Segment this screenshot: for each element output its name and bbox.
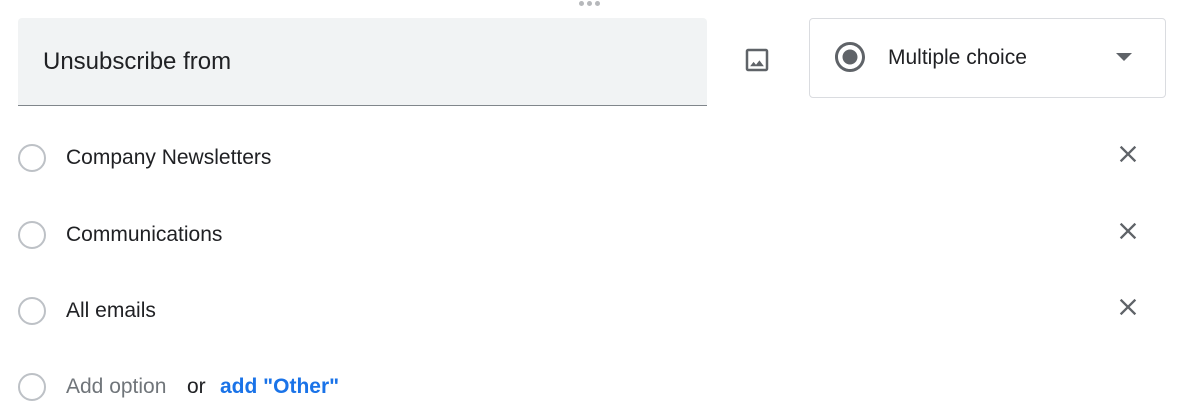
- drag-handle[interactable]: [579, 0, 607, 8]
- close-icon: [1119, 222, 1137, 240]
- add-image-button[interactable]: [731, 34, 783, 86]
- close-icon: [1119, 145, 1137, 163]
- option-label-input[interactable]: All emails: [66, 299, 156, 323]
- option-row: All emails: [18, 293, 1168, 333]
- add-option-row: Add option or add "Other": [18, 369, 1168, 403]
- option-row: Company Newsletters: [18, 140, 1168, 180]
- question-type-label: Multiple choice: [888, 46, 1027, 69]
- drag-dot-icon: [595, 1, 600, 6]
- option-label-input[interactable]: Company Newsletters: [66, 146, 271, 170]
- question-title-text: Unsubscribe from: [43, 48, 232, 75]
- remove-option-button[interactable]: [1110, 213, 1146, 249]
- caret-down-icon: [1116, 53, 1132, 61]
- close-icon: [1119, 298, 1137, 316]
- remove-option-button[interactable]: [1110, 136, 1146, 172]
- remove-option-button[interactable]: [1110, 289, 1146, 325]
- option-row: Communications: [18, 217, 1168, 257]
- or-text: or: [187, 375, 206, 398]
- question-type-dropdown[interactable]: Multiple choice: [809, 18, 1166, 98]
- radio-unchecked-icon: [18, 373, 46, 401]
- drag-dot-icon: [587, 1, 592, 6]
- image-icon: [745, 48, 769, 72]
- question-card: Unsubscribe from Multiple choice Company…: [0, 0, 1179, 403]
- option-label-input[interactable]: Communications: [66, 223, 222, 247]
- drag-dot-icon: [579, 1, 584, 6]
- question-title-input[interactable]: Unsubscribe from: [18, 18, 707, 106]
- radio-unchecked-icon: [18, 144, 46, 172]
- radio-unchecked-icon: [18, 297, 46, 325]
- radio-checked-icon: [835, 42, 865, 72]
- radio-unchecked-icon: [18, 221, 46, 249]
- add-other-link[interactable]: add "Other": [220, 375, 339, 399]
- add-option-input[interactable]: Add option: [66, 375, 166, 399]
